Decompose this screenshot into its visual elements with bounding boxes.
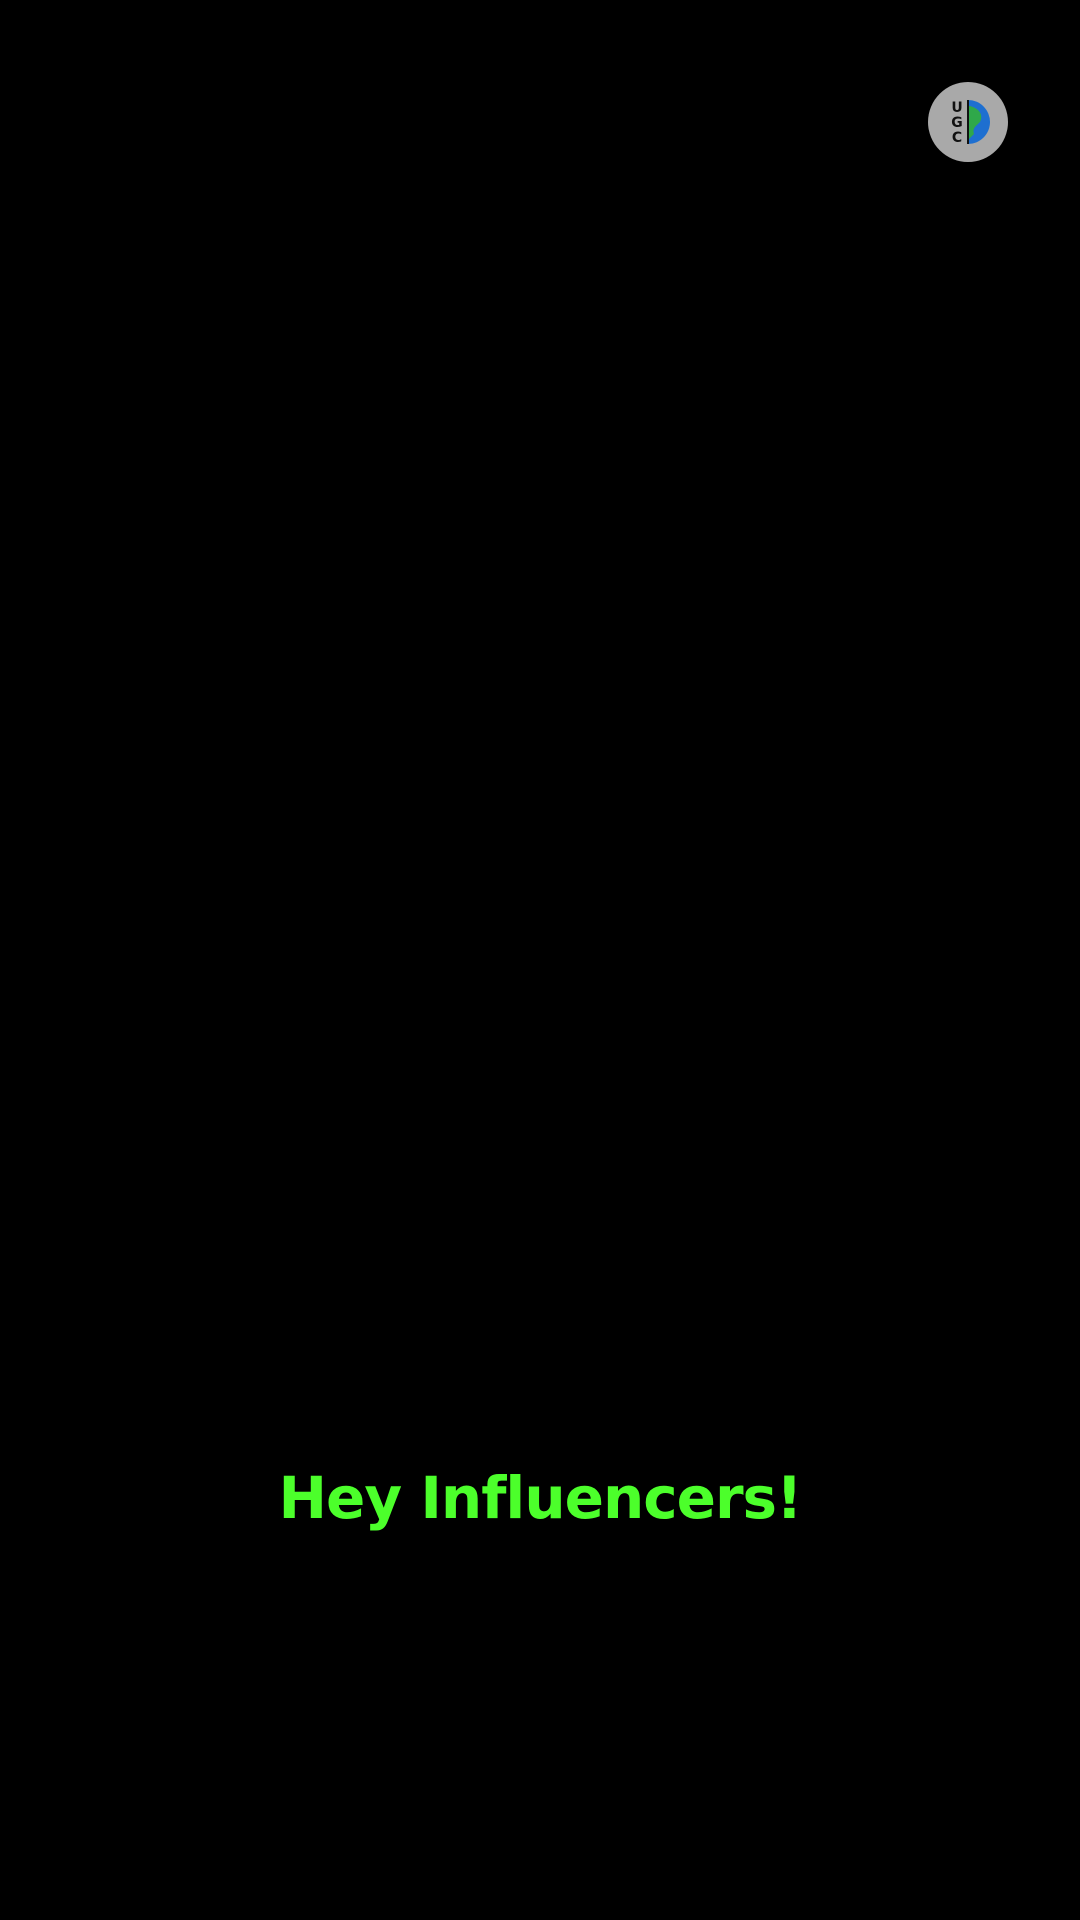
video-frame: U G C Hey Influencers! bbox=[0, 0, 1080, 1920]
svg-text:C: C bbox=[952, 130, 962, 146]
svg-text:G: G bbox=[951, 115, 963, 131]
svg-text:U: U bbox=[951, 100, 962, 116]
caption-text: Hey Influencers! bbox=[278, 1464, 802, 1532]
ugc-logo-icon: U G C bbox=[928, 82, 1008, 162]
